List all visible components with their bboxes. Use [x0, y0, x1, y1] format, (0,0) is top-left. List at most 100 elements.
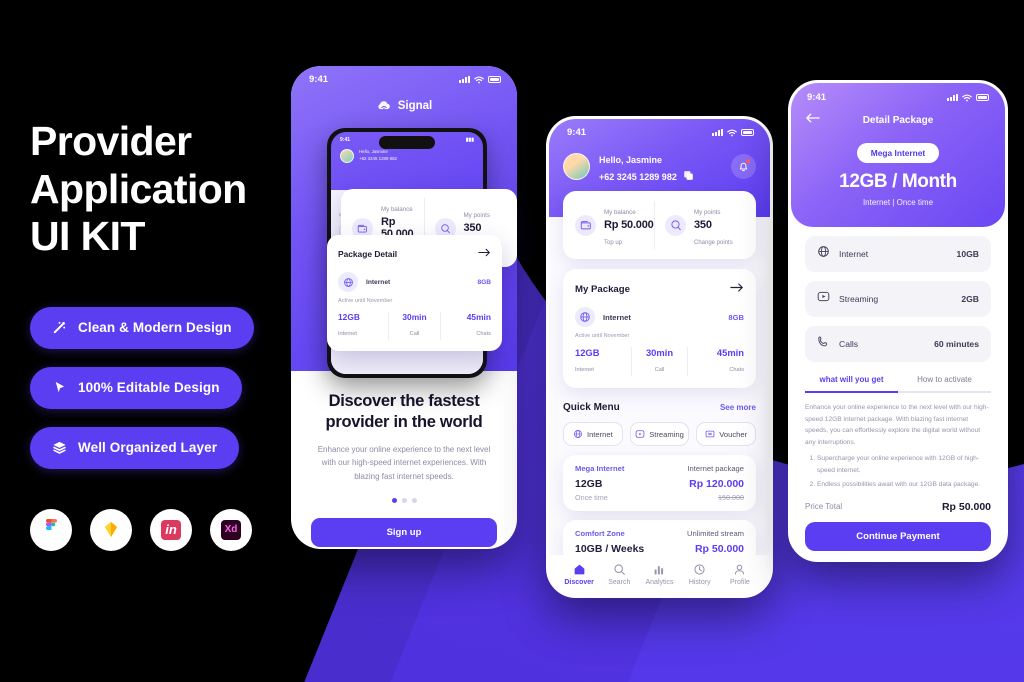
see-more-link[interactable]: See more — [720, 403, 756, 412]
stat-value: 45min — [716, 347, 745, 358]
arrow-right-icon[interactable] — [730, 280, 744, 298]
quick-menu-header: Quick Menu See more — [563, 402, 756, 413]
carousel-dot[interactable] — [401, 497, 407, 503]
stat-label: Call — [654, 367, 665, 373]
chip-label: Internet — [586, 429, 613, 439]
play-icon — [635, 430, 645, 438]
stat-value: 12GB — [338, 312, 360, 322]
nav-tab-label: Analytics — [645, 579, 674, 586]
points-value: 350 — [463, 222, 482, 234]
promo-column: Provider Application UI KIT Clean & Mode… — [30, 118, 330, 551]
change-points-link[interactable]: Change points — [694, 240, 733, 246]
package-stat: 30min Call — [388, 312, 439, 340]
adobe-xd-icon[interactable]: Xd — [210, 508, 252, 551]
continue-payment-button[interactable]: Continue Payment — [805, 521, 991, 551]
tab-how-to-activate[interactable]: How to activate — [898, 375, 991, 391]
package-item-name: Internet — [366, 278, 391, 286]
quick-menu-chip-voucher[interactable]: Voucher — [696, 422, 757, 446]
nav-tab-search[interactable]: Search — [599, 562, 639, 586]
phone3-hero: 9:41 Detail Package Mega Internet 12GB /… — [791, 83, 1005, 227]
nested-status-time: 9:41 — [340, 137, 351, 143]
greeting-text: Hello, Jasmine — [599, 155, 663, 165]
arrow-right-icon[interactable] — [478, 245, 491, 263]
signal-icon — [947, 93, 958, 102]
package-active-until: Active until November — [338, 298, 393, 304]
feature-value: 60 minutes — [934, 339, 979, 349]
avatar — [340, 149, 354, 163]
notification-bell-icon[interactable] — [731, 154, 756, 179]
points-label: My points — [463, 212, 490, 219]
package-headline: 12GB / Month — [839, 171, 957, 192]
my-package-title: My Package — [575, 283, 630, 295]
back-arrow-icon[interactable] — [805, 111, 820, 129]
feature-pill-organized-layer[interactable]: Well Organized Layer — [30, 426, 240, 469]
carousel-dot-active[interactable] — [391, 497, 397, 503]
layers-icon — [52, 440, 67, 455]
offer-old-price: 150.000 — [718, 493, 744, 502]
user-greeting-row: Hello, Jasmine +62 3245 1289 982 — [549, 140, 770, 183]
offer-kind: Unlimited stream — [687, 529, 744, 538]
nav-tab-profile[interactable]: Profile — [720, 562, 760, 586]
globe-icon — [817, 245, 830, 263]
status-indicators — [947, 93, 989, 102]
package-stat: 45min Chats — [439, 312, 491, 340]
benefit-list: Supercharge your online experience with … — [817, 453, 991, 491]
status-bar: 9:41 — [805, 92, 991, 103]
nav-tab-label: History — [688, 579, 711, 586]
voucher-icon — [705, 430, 715, 438]
nested-hello: Hello, Jasmine — [359, 149, 388, 155]
quick-menu-chip-internet[interactable]: Internet — [563, 422, 623, 446]
feature-row-internet: Internet 10GB — [805, 236, 991, 272]
nav-tab-analytics[interactable]: Analytics — [639, 562, 679, 586]
globe-icon — [573, 430, 582, 438]
globe-icon — [575, 307, 595, 327]
carousel-dot[interactable] — [411, 497, 417, 503]
points-label: My points — [694, 209, 721, 216]
quick-menu-chip-streaming[interactable]: Streaming — [629, 422, 690, 446]
sketch-icon[interactable] — [90, 508, 132, 551]
avatar[interactable] — [563, 153, 590, 180]
coin-icon — [665, 214, 686, 236]
package-stat: 12GB Internet — [338, 312, 388, 340]
battery-icon — [488, 76, 501, 83]
balance-label: My balance — [604, 209, 636, 216]
offer-note: Once time — [575, 493, 608, 502]
sign-up-button[interactable]: Sign up — [311, 517, 497, 547]
invision-icon[interactable]: in — [150, 508, 192, 551]
title-line-1: Provider — [30, 118, 192, 164]
feature-value: 10GB — [956, 249, 979, 259]
top-up-link[interactable]: Top up — [604, 240, 622, 246]
chip-label: Voucher — [719, 429, 748, 439]
feature-pill-clean-modern[interactable]: Clean & Modern Design — [30, 306, 254, 349]
feature-name: Streaming — [839, 294, 879, 304]
tab-what-will-you-get[interactable]: what will you get — [805, 375, 898, 391]
nav-tab-discover[interactable]: Discover — [559, 562, 599, 586]
balance-card: My balance Rp 50.000 Top up My points 35… — [563, 191, 756, 259]
battery-icon — [741, 129, 754, 136]
status-time: 9:41 — [567, 127, 587, 138]
feature-pill-editable[interactable]: 100% Editable Design — [30, 366, 242, 409]
carousel-dots[interactable] — [311, 497, 497, 503]
feature-pill-label: 100% Editable Design — [78, 380, 220, 396]
nav-tab-history[interactable]: History — [680, 562, 720, 586]
onboarding-body: Enhance your online experience to the ne… — [317, 445, 491, 481]
notch — [379, 136, 435, 149]
feature-value: 2GB — [961, 294, 979, 304]
feature-pill-label: Well Organized Layer — [78, 440, 218, 456]
signal-icon — [712, 128, 723, 137]
stat-value: 45min — [466, 312, 491, 322]
copy-icon[interactable] — [683, 170, 694, 183]
chart-icon — [639, 562, 679, 576]
status-indicators — [712, 128, 754, 137]
phone-icon — [817, 335, 830, 353]
figma-icon[interactable] — [30, 508, 72, 551]
detail-description: Enhance your online experience to the ne… — [805, 402, 991, 491]
benefit-item: Endless possibilities await with our 12G… — [817, 479, 991, 491]
canvas: Provider Application UI KIT Clean & Mode… — [0, 0, 1024, 682]
sparkle-icon — [52, 320, 67, 335]
tab-underline — [805, 391, 991, 393]
signal-cloud-icon — [378, 101, 390, 110]
offer-card-mega-internet[interactable]: Mega Internet Internet package 12GB Rp 1… — [563, 455, 756, 511]
feature-row-calls: Calls 60 minutes — [805, 326, 991, 362]
nested-user-text: Hello, Jasmine +62 3245 1289 982 — [359, 149, 397, 162]
